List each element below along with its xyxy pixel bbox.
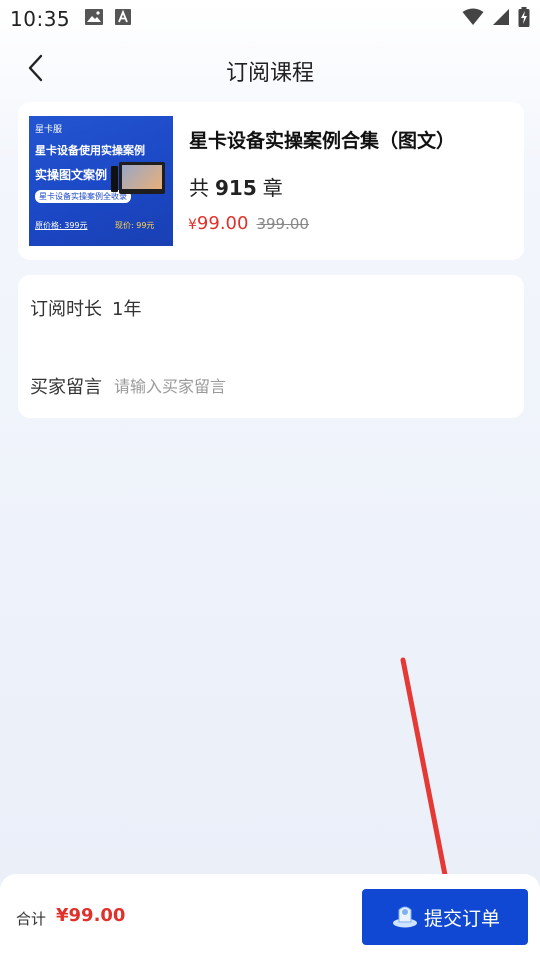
chevron-left-icon <box>26 54 46 86</box>
course-card[interactable]: 星卡服 星卡设备使用实操案例 实操图文案例 星卡设备实操案例全收录 原价格: 3… <box>18 102 524 260</box>
current-price-value: 99.00 <box>196 213 249 234</box>
battery-charging-icon <box>518 7 530 31</box>
cover-subhead: 实操图文案例 <box>35 168 108 182</box>
cover-laptop-illustration <box>119 162 165 194</box>
total-amount: ¥99.00 <box>56 905 126 926</box>
price-currency-symbol: ¥ <box>188 217 197 233</box>
message-label: 买家留言 <box>30 377 102 398</box>
subscription-info-card: 订阅时长 1年 买家留言 <box>18 275 524 418</box>
cover-footer-left: 原价格: 399元 <box>35 221 88 230</box>
cover-brand: 星卡服 <box>35 125 63 135</box>
duration-value: 1年 <box>112 299 142 320</box>
buyer-message-input[interactable] <box>114 376 454 396</box>
cover-device-illustration <box>111 166 118 192</box>
page-title: 订阅课程 <box>225 61 314 86</box>
status-icons-left <box>84 8 132 30</box>
wifi-icon <box>462 8 484 30</box>
duration-label: 订阅时长 <box>30 299 102 320</box>
status-time: 10:35 <box>10 7 71 31</box>
cover-headline: 星卡设备使用实操案例 <box>35 144 145 157</box>
signal-icon <box>492 8 510 30</box>
current-price: ¥99.00 <box>188 213 248 234</box>
price-row: ¥99.00 399.00 <box>188 213 309 234</box>
course-cover-image: 星卡服 星卡设备使用实操案例 实操图文案例 星卡设备实操案例全收录 原价格: 3… <box>29 116 173 246</box>
status-icons-right <box>462 7 530 31</box>
font-a-icon <box>114 8 132 30</box>
chapter-suffix: 章 <box>262 176 283 200</box>
duration-row[interactable]: 订阅时长 1年 <box>30 295 141 321</box>
submit-order-button[interactable]: 提交订单 <box>362 889 528 945</box>
bottom-bar: 合计 ¥99.00 提交订单 <box>0 874 540 960</box>
image-icon <box>84 8 104 30</box>
submit-order-icon <box>390 900 420 935</box>
submit-order-label: 提交订单 <box>423 907 500 930</box>
chapter-count-row: 共 915 章 <box>189 172 283 201</box>
chapter-count: 915 <box>215 176 257 200</box>
chapter-prefix: 共 <box>189 176 209 200</box>
course-title: 星卡设备实操案例合集（图文） <box>189 130 456 152</box>
message-row: 买家留言 <box>30 373 454 399</box>
original-price: 399.00 <box>256 215 309 233</box>
total-label: 合计 <box>16 910 47 928</box>
header: 订阅课程 <box>0 46 540 96</box>
cover-footer-right: 现价: 99元 <box>115 221 155 230</box>
back-button[interactable] <box>20 54 52 86</box>
status-bar: 10:35 <box>0 0 540 38</box>
